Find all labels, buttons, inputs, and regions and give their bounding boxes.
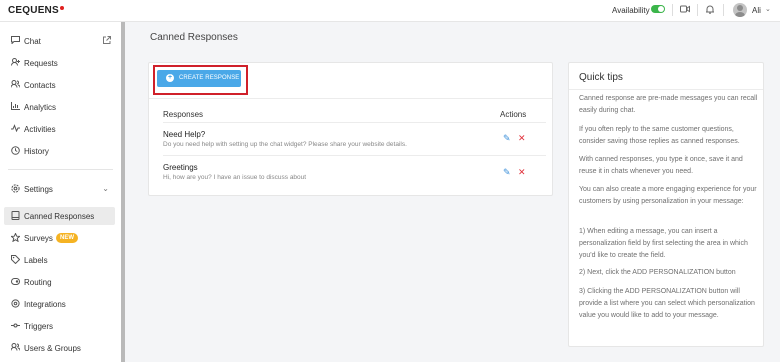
tip-text: Canned response are pre-made messages yo… xyxy=(579,95,758,114)
sidebar-item-label: Integrations xyxy=(24,300,66,309)
sidebar-item-canned-responses[interactable]: Canned Responses xyxy=(4,207,115,225)
chat-icon xyxy=(10,36,20,46)
sidebar-item-settings[interactable]: Settings ⌄ xyxy=(4,180,115,198)
new-badge: NEW xyxy=(56,233,78,243)
tip-text: 2) Next, click the ADD PERSONALIZATION b… xyxy=(579,269,736,276)
divider xyxy=(697,4,698,16)
chevron-down-icon[interactable]: ⌄ xyxy=(102,184,109,193)
sidebar-item-labels[interactable]: Labels xyxy=(4,251,115,269)
avatar[interactable] xyxy=(733,3,747,17)
logo-text: CEQUENS xyxy=(8,5,59,16)
sidebar: Chat Requests Contacts Analytics Activit… xyxy=(0,22,121,362)
page-title: Canned Responses xyxy=(150,32,238,43)
sidebar-item-requests[interactable]: Requests xyxy=(4,54,115,72)
clock-icon xyxy=(10,146,20,157)
divider xyxy=(163,155,546,156)
puzzle-icon xyxy=(10,299,20,310)
create-response-label: CREATE RESPONSE xyxy=(179,75,240,81)
sidebar-item-label: Triggers xyxy=(24,322,54,331)
divider xyxy=(163,122,546,123)
sidebar-item-history[interactable]: History xyxy=(4,142,115,160)
sidebar-divider xyxy=(8,169,113,170)
sidebar-item-users-groups[interactable]: Users & Groups xyxy=(4,339,115,357)
sidebar-item-label: Analytics xyxy=(24,103,57,112)
edit-icon[interactable]: ✎ xyxy=(503,133,511,144)
sidebar-item-label: History xyxy=(24,147,49,156)
sidebar-item-activities[interactable]: Activities xyxy=(4,120,115,138)
sidebar-scrollbar[interactable] xyxy=(121,22,125,362)
delete-icon[interactable]: ✕ xyxy=(518,133,526,144)
tip-text: You can also create a more engaging expe… xyxy=(579,186,757,205)
quick-tips-title: Quick tips xyxy=(579,72,623,83)
users-icon xyxy=(10,343,20,353)
tip-text: If you often reply to the same customer … xyxy=(579,126,740,145)
sidebar-item-triggers[interactable]: Triggers xyxy=(4,317,115,335)
divider xyxy=(569,89,763,90)
sidebar-item-label: Labels xyxy=(24,256,48,265)
response-text: Do you need help with setting up the cha… xyxy=(163,141,407,148)
sidebar-item-label: Activities xyxy=(24,125,56,134)
sidebar-item-surveys[interactable]: Surveys NEW xyxy=(4,229,115,247)
sidebar-item-label: Surveys xyxy=(24,234,53,243)
video-icon[interactable] xyxy=(680,5,690,15)
tip-text: 3) Clicking the ADD PERSONALIZATION butt… xyxy=(579,288,755,319)
users-icon xyxy=(10,80,20,90)
sidebar-item-label: Chat xyxy=(24,37,41,46)
column-header-actions: Actions xyxy=(500,110,527,119)
delete-icon[interactable]: ✕ xyxy=(518,167,526,178)
routing-icon xyxy=(10,277,20,288)
divider xyxy=(723,4,724,16)
response-title: Greetings xyxy=(163,163,198,172)
tag-icon xyxy=(10,255,20,266)
sidebar-item-chat[interactable]: Chat xyxy=(4,32,115,50)
bar-chart-icon xyxy=(10,102,20,112)
sidebar-item-routing[interactable]: Routing xyxy=(4,273,115,291)
sidebar-item-analytics[interactable]: Analytics xyxy=(4,98,115,116)
create-response-button[interactable]: + CREATE RESPONSE xyxy=(157,70,241,87)
availability-toggle[interactable] xyxy=(651,5,665,13)
column-header-responses: Responses xyxy=(163,110,204,119)
gear-icon xyxy=(10,184,20,195)
quick-tips-panel: Quick tips Canned response are pre-made … xyxy=(568,62,764,347)
response-title: Need Help? xyxy=(163,130,206,139)
responses-card: + CREATE RESPONSE Responses Actions Need… xyxy=(148,62,553,196)
sidebar-item-label: Settings xyxy=(24,185,53,194)
sidebar-item-integrations[interactable]: Integrations xyxy=(4,295,115,313)
user-plus-icon xyxy=(10,58,20,68)
sidebar-item-contacts[interactable]: Contacts xyxy=(4,76,115,94)
bell-icon[interactable] xyxy=(706,5,714,16)
sidebar-item-label: Contacts xyxy=(24,81,56,90)
logo-dot-icon xyxy=(59,6,64,10)
tip-text: 1) When editing a message, you can inser… xyxy=(579,228,748,259)
star-icon xyxy=(9,232,21,244)
sidebar-item-label: Routing xyxy=(24,278,52,287)
trigger-icon xyxy=(10,321,20,332)
response-text: Hi, how are you? I have an issue to disc… xyxy=(163,174,307,181)
tip-text: With canned responses, you type it once,… xyxy=(579,156,743,175)
divider xyxy=(672,4,673,16)
chevron-down-icon[interactable]: ⌄ xyxy=(765,5,771,13)
external-link-icon[interactable] xyxy=(103,36,111,46)
sidebar-item-label: Requests xyxy=(24,59,58,68)
edit-icon[interactable]: ✎ xyxy=(503,167,511,178)
availability-label: Availability xyxy=(612,6,650,15)
book-icon xyxy=(10,211,20,222)
plus-icon: + xyxy=(166,74,174,82)
user-name[interactable]: Ali xyxy=(752,6,761,15)
top-bar: CEQUENS Availability Ali ⌄ xyxy=(0,0,780,22)
divider xyxy=(149,98,552,99)
sidebar-item-label: Users & Groups xyxy=(24,344,81,353)
activity-icon xyxy=(10,124,20,134)
sidebar-item-label: Canned Responses xyxy=(24,212,95,221)
logo[interactable]: CEQUENS xyxy=(8,5,64,16)
